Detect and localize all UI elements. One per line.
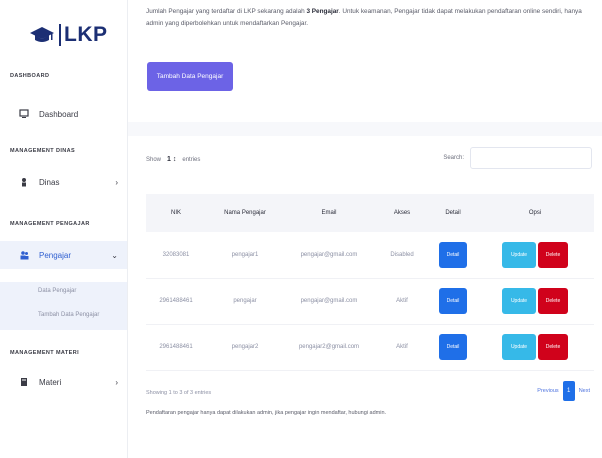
cell-opsi: Update Delete (476, 232, 594, 279)
sidebar-item-label: Dashboard (39, 109, 79, 119)
column-header-akses[interactable]: Akses (374, 194, 430, 232)
brand-logo[interactable]: LKP (30, 22, 108, 48)
main-content: Jumlah Pengajar yang terdaftar di LKP se… (128, 0, 602, 458)
show-entries: Show 1 ↕ entries (146, 156, 200, 163)
sidebar-item-label: Dinas (39, 177, 60, 187)
sidebar-item-label: Pengajar (39, 250, 72, 260)
entries-select[interactable]: 1 ↕ (167, 156, 176, 163)
section-divider (128, 122, 602, 136)
book-icon (18, 376, 30, 388)
search-input[interactable] (470, 147, 592, 169)
pagination-page-current[interactable]: 1 (562, 381, 575, 401)
section-heading-materi: MANAGEMENT MATERI (10, 350, 80, 356)
pagination: Previous 1 Next (533, 381, 594, 401)
cell-opsi: Update Delete (476, 324, 594, 371)
pagination-previous[interactable]: Previous (537, 388, 558, 394)
footer-note: Pendaftaran pengajar hanya dapat dilakuk… (146, 410, 387, 416)
brand-name: LKP (64, 23, 108, 46)
user-icon (18, 176, 30, 188)
update-button[interactable]: Update (502, 241, 536, 268)
table-header-row: NIK Nama Pengajar Email Akses Detail Ops… (146, 194, 594, 232)
cell-nik: 2961488461 (146, 278, 206, 325)
detail-button[interactable]: Detail (439, 334, 467, 360)
cell-akses: Aktif (374, 324, 430, 371)
sidebar-item-dinas[interactable]: Dinas › (0, 168, 127, 196)
update-button[interactable]: Update (502, 288, 536, 314)
intro-text-part: Jumlah Pengajar yang terdaftar di LKP se… (146, 8, 307, 15)
cell-email: pengajar@gmail.com (284, 278, 374, 325)
cell-email: pengajar2@gmail.com (284, 324, 374, 371)
update-button[interactable]: Update (502, 334, 536, 360)
search-label: Search: (443, 155, 464, 161)
detail-button[interactable]: Detail (439, 241, 467, 268)
sidebar-item-materi[interactable]: Materi › (0, 368, 127, 396)
column-header-nama[interactable]: Nama Pengajar (206, 194, 284, 232)
cell-email: pengajar@gmail.com (284, 232, 374, 279)
submenu-data-pengajar[interactable]: Data Pengajar (38, 288, 76, 294)
brand-divider (59, 24, 61, 46)
column-header-email[interactable]: Email (284, 194, 374, 232)
delete-button[interactable]: Delete (538, 241, 568, 268)
table-row: 32083081 pengajar1 pengajar@gmail.com Di… (146, 232, 594, 279)
table-row: 2961488461 pengajar pengajar@gmail.com A… (146, 278, 594, 325)
delete-button[interactable]: Delete (538, 288, 568, 314)
sidebar-item-dashboard[interactable]: Dashboard (0, 100, 127, 128)
add-pengajar-button[interactable]: Tambah Data Pengajar (147, 62, 233, 91)
column-header-opsi[interactable]: Opsi (476, 194, 594, 232)
cell-nik: 32083081 (146, 232, 206, 279)
show-label: Show (146, 156, 162, 163)
delete-button[interactable]: Delete (538, 334, 568, 360)
section-heading-dinas: MANAGEMENT DINAS (10, 148, 76, 154)
intro-text: Jumlah Pengajar yang terdaftar di LKP se… (146, 6, 596, 30)
pagination-next[interactable]: Next (579, 388, 590, 394)
table-info: Showing 1 to 3 of 3 entries (146, 390, 212, 396)
monitor-icon (18, 108, 30, 120)
cell-detail: Detail (430, 232, 476, 279)
chevron-right-icon: › (115, 378, 118, 387)
column-header-nik[interactable]: NIK (146, 194, 206, 232)
section-heading-dashboard: DASHBOARD (10, 73, 50, 79)
section-heading-pengajar: MANAGEMENT PENGAJAR (10, 221, 90, 227)
cell-detail: Detail (430, 324, 476, 371)
pengajar-table: NIK Nama Pengajar Email Akses Detail Ops… (146, 194, 594, 371)
sidebar-item-label: Materi (39, 377, 62, 387)
cell-opsi: Update Delete (476, 278, 594, 325)
graduation-cap-icon (30, 25, 54, 45)
users-icon (18, 249, 30, 261)
detail-button[interactable]: Detail (439, 288, 467, 314)
sidebar-item-pengajar[interactable]: Pengajar ⌄ (0, 241, 127, 269)
cell-nama: pengajar (206, 278, 284, 325)
chevron-down-icon: ⌄ (111, 251, 118, 260)
chevron-right-icon: › (115, 178, 118, 187)
cell-akses: Aktif (374, 278, 430, 325)
sidebar: LKP DASHBOARD Dashboard MANAGEMENT DINAS… (0, 0, 128, 458)
cell-detail: Detail (430, 278, 476, 325)
column-header-detail[interactable]: Detail (430, 194, 476, 232)
cell-nik: 2961488461 (146, 324, 206, 371)
cell-nama: pengajar2 (206, 324, 284, 371)
table-row: 2961488461 pengajar2 pengajar2@gmail.com… (146, 324, 594, 371)
cell-akses: Disabled (374, 232, 430, 279)
search-box: Search: (443, 147, 592, 169)
cell-nama: pengajar1 (206, 232, 284, 279)
submenu-tambah-data-pengajar[interactable]: Tambah Data Pengajar (38, 312, 99, 318)
entries-label: entries (182, 156, 201, 163)
pengajar-count: 3 Pengajar (306, 8, 339, 15)
